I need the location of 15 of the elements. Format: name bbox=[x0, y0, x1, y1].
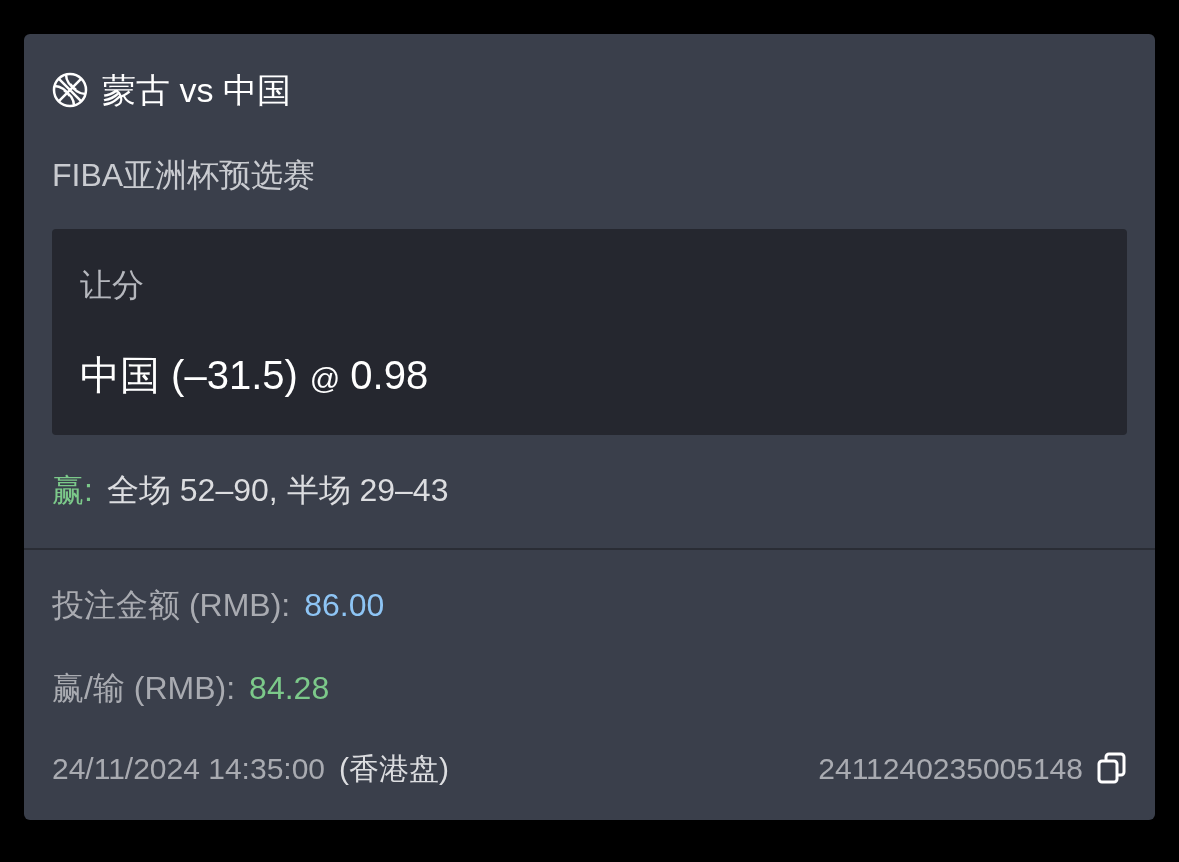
bet-id: 2411240235005148 bbox=[818, 750, 1083, 787]
win-loss-label: 赢/输 (RMB): bbox=[52, 669, 236, 708]
result-score: 全场 52–90, 半场 29–43 bbox=[106, 471, 449, 510]
odds-type: (香港盘) bbox=[339, 750, 450, 787]
bet-time: 24/11/2024 14:35:00 bbox=[52, 750, 326, 787]
stake-amount: 86.00 bbox=[304, 586, 385, 625]
basketball-icon bbox=[52, 72, 88, 108]
league-name: FIBA亚洲杯预选赛 bbox=[52, 156, 317, 195]
result-label: 赢: bbox=[52, 471, 93, 510]
win-loss-amount: 84.28 bbox=[249, 669, 330, 708]
market-label: 让分 bbox=[80, 266, 145, 305]
match-title: 蒙古 vs 中国 bbox=[102, 73, 291, 107]
copy-icon[interactable] bbox=[1097, 752, 1127, 784]
stake-label: 投注金额 (RMB): bbox=[52, 586, 291, 625]
selection-text: 中国 (–31.5) @ 0.98 bbox=[80, 352, 429, 399]
